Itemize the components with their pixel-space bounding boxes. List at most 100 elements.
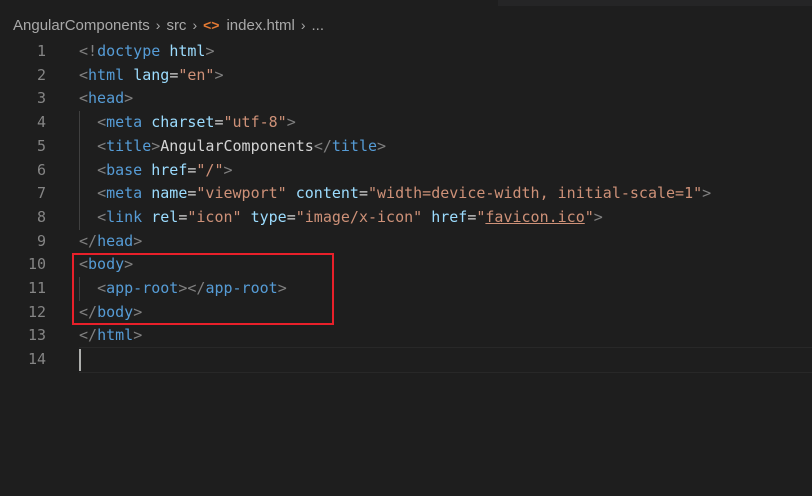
- code-token: "image/x-icon": [295, 207, 423, 226]
- code-token: <: [97, 136, 107, 155]
- line-number: 3: [36, 89, 46, 108]
- code-token: =: [358, 184, 368, 203]
- code-token: =: [169, 65, 179, 84]
- tab-strip: [0, 0, 812, 6]
- code-token: lang: [133, 65, 170, 84]
- code-token: AngularComponents: [160, 136, 314, 155]
- code-token: rel: [151, 207, 179, 226]
- code-text: <html lang="en">: [79, 64, 224, 88]
- breadcrumb-project[interactable]: AngularComponents: [13, 17, 150, 34]
- code-text: <head>: [79, 87, 133, 111]
- code-line[interactable]: 6 <base href="/">: [0, 159, 812, 183]
- code-token: <: [97, 184, 107, 203]
- code-text: </head>: [79, 230, 142, 254]
- line-number: 12: [27, 302, 46, 321]
- code-text: </html>: [79, 324, 142, 348]
- code-token: <: [79, 65, 89, 84]
- code-token: href: [151, 160, 188, 179]
- active-tab[interactable]: [0, 0, 498, 6]
- code-line[interactable]: 7 <meta name="viewport" content="width=d…: [0, 182, 812, 206]
- code-token: meta: [106, 184, 143, 203]
- code-token: <: [97, 113, 107, 132]
- line-number: 6: [36, 160, 46, 179]
- code-token: content: [295, 184, 359, 203]
- code-token: "utf-8": [223, 113, 287, 132]
- line-number: 13: [27, 326, 46, 345]
- line-number: 10: [27, 255, 46, 274]
- code-token: >: [286, 113, 296, 132]
- code-token: ": [584, 207, 594, 226]
- code-token: title: [106, 136, 152, 155]
- chevron-right-icon: ›: [300, 17, 306, 33]
- line-number: 7: [36, 184, 46, 203]
- code-token: "icon": [187, 207, 242, 226]
- code-text: <base href="/">: [79, 159, 233, 183]
- code-token: <: [79, 89, 89, 108]
- code-token: <!: [79, 42, 98, 60]
- line-number: 8: [36, 207, 46, 226]
- code-token: >: [214, 65, 224, 84]
- line-number: 5: [36, 136, 46, 155]
- code-token: meta: [106, 113, 143, 132]
- code-text: <title>AngularComponents</title>: [79, 135, 386, 159]
- code-token: >: [124, 89, 134, 108]
- breadcrumb-file[interactable]: index.html: [226, 17, 294, 34]
- breadcrumb: AngularComponents › src › <> index.html …: [13, 12, 324, 38]
- code-token: <: [97, 207, 107, 226]
- code-line[interactable]: 5 <title>AngularComponents</title>: [0, 135, 812, 159]
- code-token: charset: [151, 113, 215, 132]
- code-line[interactable]: 3 <head>: [0, 87, 812, 111]
- code-token: type: [250, 207, 287, 226]
- line-number: 2: [36, 65, 46, 84]
- code-token: html: [88, 65, 125, 84]
- code-token: >: [702, 184, 712, 203]
- code-token: href: [431, 207, 468, 226]
- code-token: doctype: [97, 42, 161, 60]
- code-token: "en": [178, 65, 215, 84]
- code-token: html: [97, 326, 134, 345]
- breadcrumb-more[interactable]: ...: [312, 17, 325, 34]
- code-text: <meta charset="utf-8">: [79, 111, 296, 135]
- code-line[interactable]: 13 </html>: [0, 324, 812, 348]
- code-token: >: [205, 42, 215, 60]
- code-line[interactable]: 8 <link rel="icon" type="image/x-icon" h…: [0, 206, 812, 230]
- code-token: >: [223, 160, 233, 179]
- code-text: <meta name="viewport" content="width=dev…: [79, 182, 711, 206]
- code-token: base: [106, 160, 143, 179]
- code-line[interactable]: 9 </head>: [0, 230, 812, 254]
- code-line[interactable]: 1 <!doctype html>: [0, 40, 812, 64]
- code-token: >: [133, 326, 143, 345]
- code-token: head: [88, 89, 125, 108]
- code-line[interactable]: 4 <meta charset="utf-8">: [0, 111, 812, 135]
- html-file-icon: <>: [203, 17, 220, 33]
- code-token: >: [593, 207, 603, 226]
- breadcrumb-folder[interactable]: src: [166, 17, 186, 34]
- indent-guide: [79, 111, 80, 230]
- code-token: favicon.ico: [485, 207, 585, 226]
- code-token: >: [377, 136, 387, 155]
- code-token: title: [331, 136, 378, 155]
- code-token: </: [79, 231, 98, 250]
- code-text: <link rel="icon" type="image/x-icon" hre…: [79, 206, 603, 230]
- chevron-right-icon: ›: [192, 17, 198, 33]
- code-token: link: [106, 207, 143, 226]
- line-number: 4: [36, 113, 46, 132]
- line-number: 1: [36, 42, 46, 60]
- code-line[interactable]: 2 <html lang="en">: [0, 64, 812, 88]
- code-token: "viewport": [196, 184, 287, 203]
- code-token: </: [79, 326, 98, 345]
- line-number: 14: [27, 350, 46, 369]
